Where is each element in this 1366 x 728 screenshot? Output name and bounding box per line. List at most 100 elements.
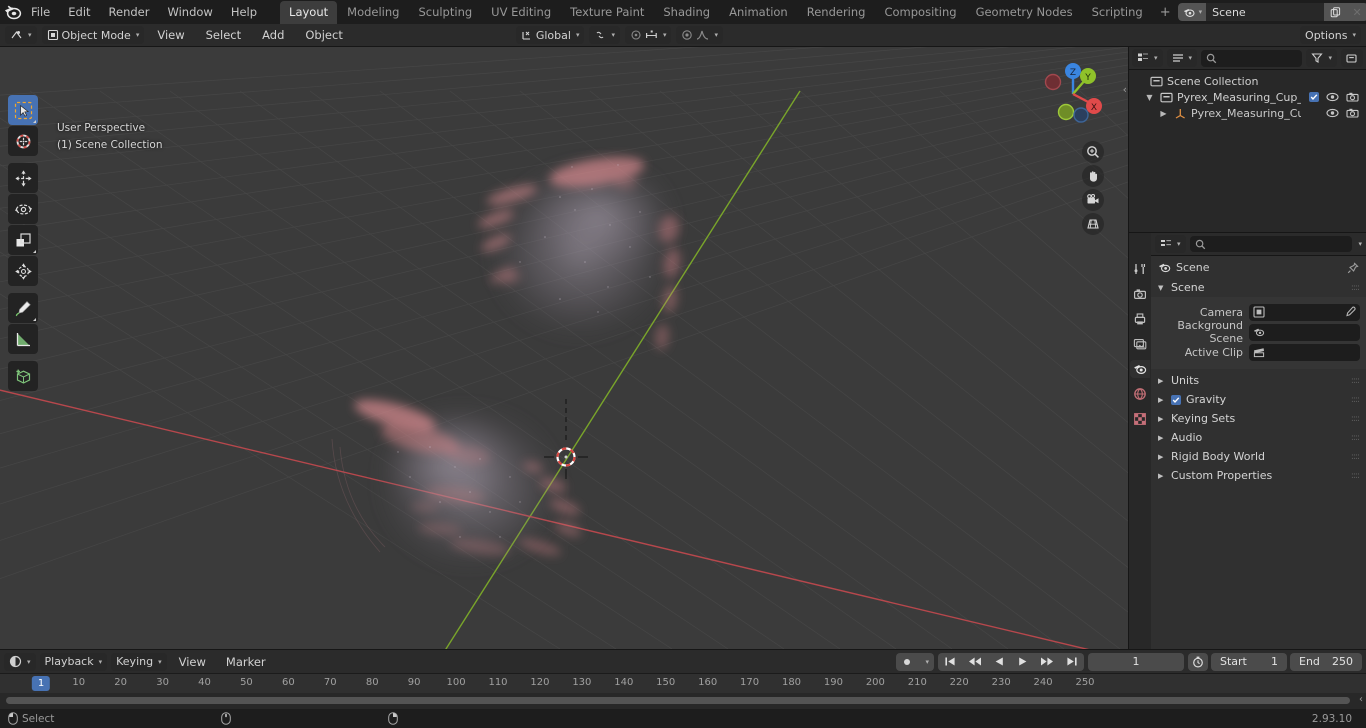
workspace-tab-uv-editing[interactable]: UV Editing (482, 1, 560, 24)
properties-search-input[interactable] (1189, 236, 1353, 252)
outliner-editor-type[interactable]: ▾ (1132, 49, 1163, 67)
proportional-editing-toggle[interactable]: ▾ (624, 26, 672, 44)
gravity-checkbox[interactable] (1171, 394, 1181, 405)
properties-tab-view-layer[interactable] (1130, 335, 1150, 353)
outliner-display-mode[interactable]: ▾ (1166, 49, 1198, 67)
gravity-panel-header[interactable]: ▶ Gravity :::: (1151, 390, 1366, 409)
menu-render[interactable]: Render (100, 2, 159, 22)
hide-in-viewport-icon[interactable] (1326, 108, 1339, 118)
menu-edit[interactable]: Edit (59, 2, 99, 22)
workspace-tab-sculpting[interactable]: Sculpting (409, 1, 481, 24)
rigid-body-world-panel-header[interactable]: ▶ Rigid Body World :::: (1151, 447, 1366, 466)
current-frame-field[interactable]: 1 (1088, 652, 1184, 671)
custom-properties-panel-header[interactable]: ▶ Custom Properties :::: (1151, 466, 1366, 485)
tool-scale[interactable] (8, 225, 38, 255)
add-workspace-button[interactable]: + (1153, 2, 1178, 23)
auto-keying-group[interactable]: ▾ (896, 652, 934, 671)
3d-viewport[interactable]: User Perspective (1) Scene Collection Z … (0, 47, 1128, 649)
panel-drag-handle[interactable]: :::: (1351, 283, 1360, 293)
viewport-sidebar-toggle[interactable]: ‹ (1123, 83, 1127, 96)
menu-help[interactable]: Help (222, 2, 266, 22)
outliner-row-object[interactable]: ▶ Pyrex_Measuring_Cup_1( (1129, 105, 1366, 121)
workspace-tab-geometry-nodes[interactable]: Geometry Nodes (967, 1, 1082, 24)
viewport-menu-object[interactable]: Object (297, 26, 350, 44)
timeline-menu-view[interactable]: View (171, 653, 214, 671)
timeline-body[interactable]: ‹ (0, 693, 1366, 709)
eyedropper-icon[interactable] (1344, 306, 1356, 318)
properties-tab-output[interactable] (1130, 310, 1150, 328)
workspace-tab-modeling[interactable]: Modeling (338, 1, 408, 24)
expand-triangle-icon[interactable]: ▶ (1157, 109, 1170, 118)
audio-panel-header[interactable]: ▶ Audio :::: (1151, 428, 1366, 447)
menu-file[interactable]: File (22, 2, 59, 22)
workspace-tab-rendering[interactable]: Rendering (798, 1, 875, 24)
outliner-new-collection-button[interactable] (1341, 49, 1363, 67)
workspace-tab-shading[interactable]: Shading (654, 1, 719, 24)
collection-checkbox[interactable] (1309, 92, 1319, 102)
end-frame-field[interactable]: End 250 (1290, 652, 1362, 671)
workspace-tab-animation[interactable]: Animation (720, 1, 797, 24)
units-panel-header[interactable]: ▶ Units :::: (1151, 371, 1366, 390)
tool-cursor[interactable] (8, 126, 38, 156)
timeline-ruler[interactable]: 1 10 20 30 40 50 60 70 80 90 100 110 120 130 140 150 16… (0, 673, 1366, 693)
panel-drag-handle[interactable]: :::: (1351, 433, 1360, 443)
pan-hand-icon[interactable] (1082, 165, 1104, 187)
start-frame-field[interactable]: Start 1 (1211, 652, 1287, 671)
expand-triangle-icon[interactable]: ▼ (1143, 93, 1156, 102)
active-clip-field[interactable] (1249, 343, 1360, 361)
background-scene-field[interactable] (1249, 323, 1360, 341)
transform-orientation-selector[interactable]: Global ▾ (515, 26, 585, 44)
hide-in-viewport-icon[interactable] (1326, 92, 1339, 102)
tool-add-cube[interactable] (8, 361, 38, 391)
editor-type-selector[interactable]: ▾ (5, 26, 37, 44)
outliner-filter-button[interactable]: ▾ (1306, 49, 1337, 67)
workspace-tab-texture-paint[interactable]: Texture Paint (561, 1, 653, 24)
disable-in-renders-icon[interactable] (1346, 92, 1359, 102)
timeline-menu-marker[interactable]: Marker (218, 653, 274, 671)
timeline-sidebar-toggle[interactable]: ‹ (1359, 694, 1363, 705)
timeline-horizontal-scrollbar[interactable] (6, 697, 1350, 704)
tool-measure[interactable] (8, 324, 38, 354)
new-scene-button[interactable] (1324, 3, 1347, 21)
zoom-icon[interactable] (1082, 141, 1104, 163)
properties-tab-scene[interactable] (1130, 360, 1150, 378)
workspace-tab-scripting[interactable]: Scripting (1083, 1, 1152, 24)
timeline-playhead[interactable]: 1 (31, 676, 51, 691)
camera-field[interactable] (1249, 303, 1360, 321)
blender-logo-icon[interactable] (4, 1, 22, 23)
disable-in-renders-icon[interactable] (1346, 108, 1359, 118)
panel-drag-handle[interactable]: :::: (1351, 395, 1360, 405)
properties-tab-tool[interactable] (1130, 260, 1150, 278)
timeline-menu-playback[interactable]: Playback ▾ (39, 652, 108, 671)
snap-toggle[interactable]: ▾ (589, 26, 620, 44)
camera-view-icon[interactable] (1082, 189, 1104, 211)
panel-drag-handle[interactable]: :::: (1351, 471, 1360, 481)
outliner-row-scene-collection[interactable]: Scene Collection (1129, 73, 1366, 89)
proportional-falloff-selector[interactable]: ▾ (676, 26, 723, 44)
keying-sets-panel-header[interactable]: ▶ Keying Sets :::: (1151, 409, 1366, 428)
pin-icon[interactable] (1347, 261, 1359, 274)
use-preview-range-button[interactable] (1188, 652, 1208, 671)
viewport-options-button[interactable]: Options ▾ (1300, 26, 1361, 44)
scene-selector[interactable]: ▾ Scene ✕ (1177, 3, 1366, 21)
panel-drag-handle[interactable]: :::: (1351, 452, 1360, 462)
panel-drag-handle[interactable]: :::: (1351, 414, 1360, 424)
tool-move[interactable] (8, 163, 38, 193)
timeline-editor-type[interactable]: ▾ (4, 652, 36, 671)
properties-tab-texture[interactable] (1130, 410, 1150, 428)
unlink-scene-button[interactable]: ✕ (1346, 3, 1366, 21)
tool-tweak-select-box[interactable] (8, 95, 38, 125)
viewport-menu-select[interactable]: Select (198, 26, 249, 44)
properties-editor-type[interactable]: ▾ (1155, 235, 1186, 253)
scene-panel-header[interactable]: ▼ Scene :::: (1151, 278, 1366, 297)
outliner-row-collection[interactable]: ▼ Pyrex_Measuring_Cup_0010n (1129, 89, 1366, 105)
viewport-menu-add[interactable]: Add (254, 26, 292, 44)
panel-drag-handle[interactable]: :::: (1351, 376, 1360, 386)
playback-transport[interactable] (938, 652, 1084, 671)
navigation-gizmo[interactable]: Z Y X (1036, 57, 1110, 131)
viewport-menu-view[interactable]: View (149, 26, 192, 44)
workspace-tab-compositing[interactable]: Compositing (875, 1, 965, 24)
menu-window[interactable]: Window (158, 2, 221, 22)
tool-annotate[interactable] (8, 293, 38, 323)
tool-rotate[interactable] (8, 194, 38, 224)
